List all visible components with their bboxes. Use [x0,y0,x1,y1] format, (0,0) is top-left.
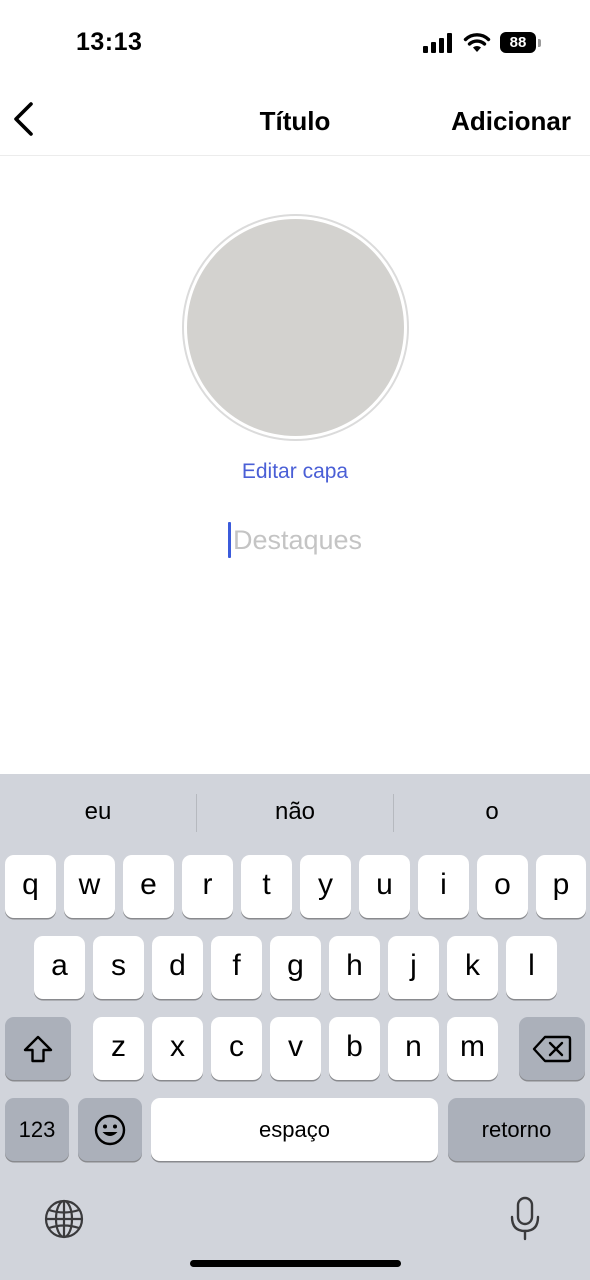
key-l[interactable]: l [506,936,557,999]
cover-image-placeholder [187,219,404,436]
key-g[interactable]: g [270,936,321,999]
key-b[interactable]: b [329,1017,380,1080]
space-key[interactable]: espaço [151,1098,438,1161]
shift-key[interactable] [5,1017,71,1080]
battery-icon: 88 [500,32,542,54]
key-f[interactable]: f [211,936,262,999]
key-t[interactable]: t [241,855,292,918]
key-q[interactable]: q [5,855,56,918]
key-s[interactable]: s [93,936,144,999]
microphone-icon[interactable] [510,1196,540,1242]
key-a[interactable]: a [34,936,85,999]
delete-icon [532,1035,572,1062]
key-k[interactable]: k [447,936,498,999]
return-key[interactable]: retorno [448,1098,585,1161]
key-x[interactable]: x [152,1017,203,1080]
emoji-icon [94,1114,126,1145]
suggestion-2[interactable]: não [197,798,393,826]
key-w[interactable]: w [64,855,115,918]
key-o[interactable]: o [477,855,528,918]
delete-key[interactable] [519,1017,585,1080]
key-n[interactable]: n [388,1017,439,1080]
status-time: 13:13 [76,28,143,56]
key-z[interactable]: z [93,1017,144,1080]
numbers-key[interactable]: 123 [5,1098,69,1161]
key-r[interactable]: r [182,855,233,918]
edit-cover-link[interactable]: Editar capa [0,460,590,484]
battery-level: 88 [509,34,527,51]
emoji-key[interactable] [78,1098,142,1161]
wifi-icon [463,33,491,52]
key-u[interactable]: u [359,855,410,918]
key-h[interactable]: h [329,936,380,999]
cellular-signal-icon [423,33,452,53]
key-d[interactable]: d [152,936,203,999]
key-p[interactable]: p [536,855,586,918]
globe-icon[interactable] [43,1198,85,1240]
add-button[interactable]: Adicionar [451,106,571,137]
key-m[interactable]: m [447,1017,498,1080]
status-bar: 13:13 88 [0,0,590,80]
keyboard: eu não o q w e r t y u i o p a s d f g h… [0,774,590,1280]
shift-icon [23,1035,53,1062]
nav-bar: Título Adicionar [0,80,590,156]
highlight-cover[interactable] [182,214,409,441]
highlight-name-input[interactable]: Destaques [0,522,590,564]
suggestion-3[interactable]: o [394,798,590,826]
key-j[interactable]: j [388,936,439,999]
key-i[interactable]: i [418,855,469,918]
key-v[interactable]: v [270,1017,321,1080]
key-y[interactable]: y [300,855,351,918]
highlight-name-placeholder: Destaques [232,524,363,555]
key-e[interactable]: e [123,855,174,918]
home-indicator [190,1260,401,1267]
text-cursor [227,522,231,558]
suggestion-bar: eu não o [0,774,590,852]
suggestion-1[interactable]: eu [0,798,196,826]
key-c[interactable]: c [211,1017,262,1080]
